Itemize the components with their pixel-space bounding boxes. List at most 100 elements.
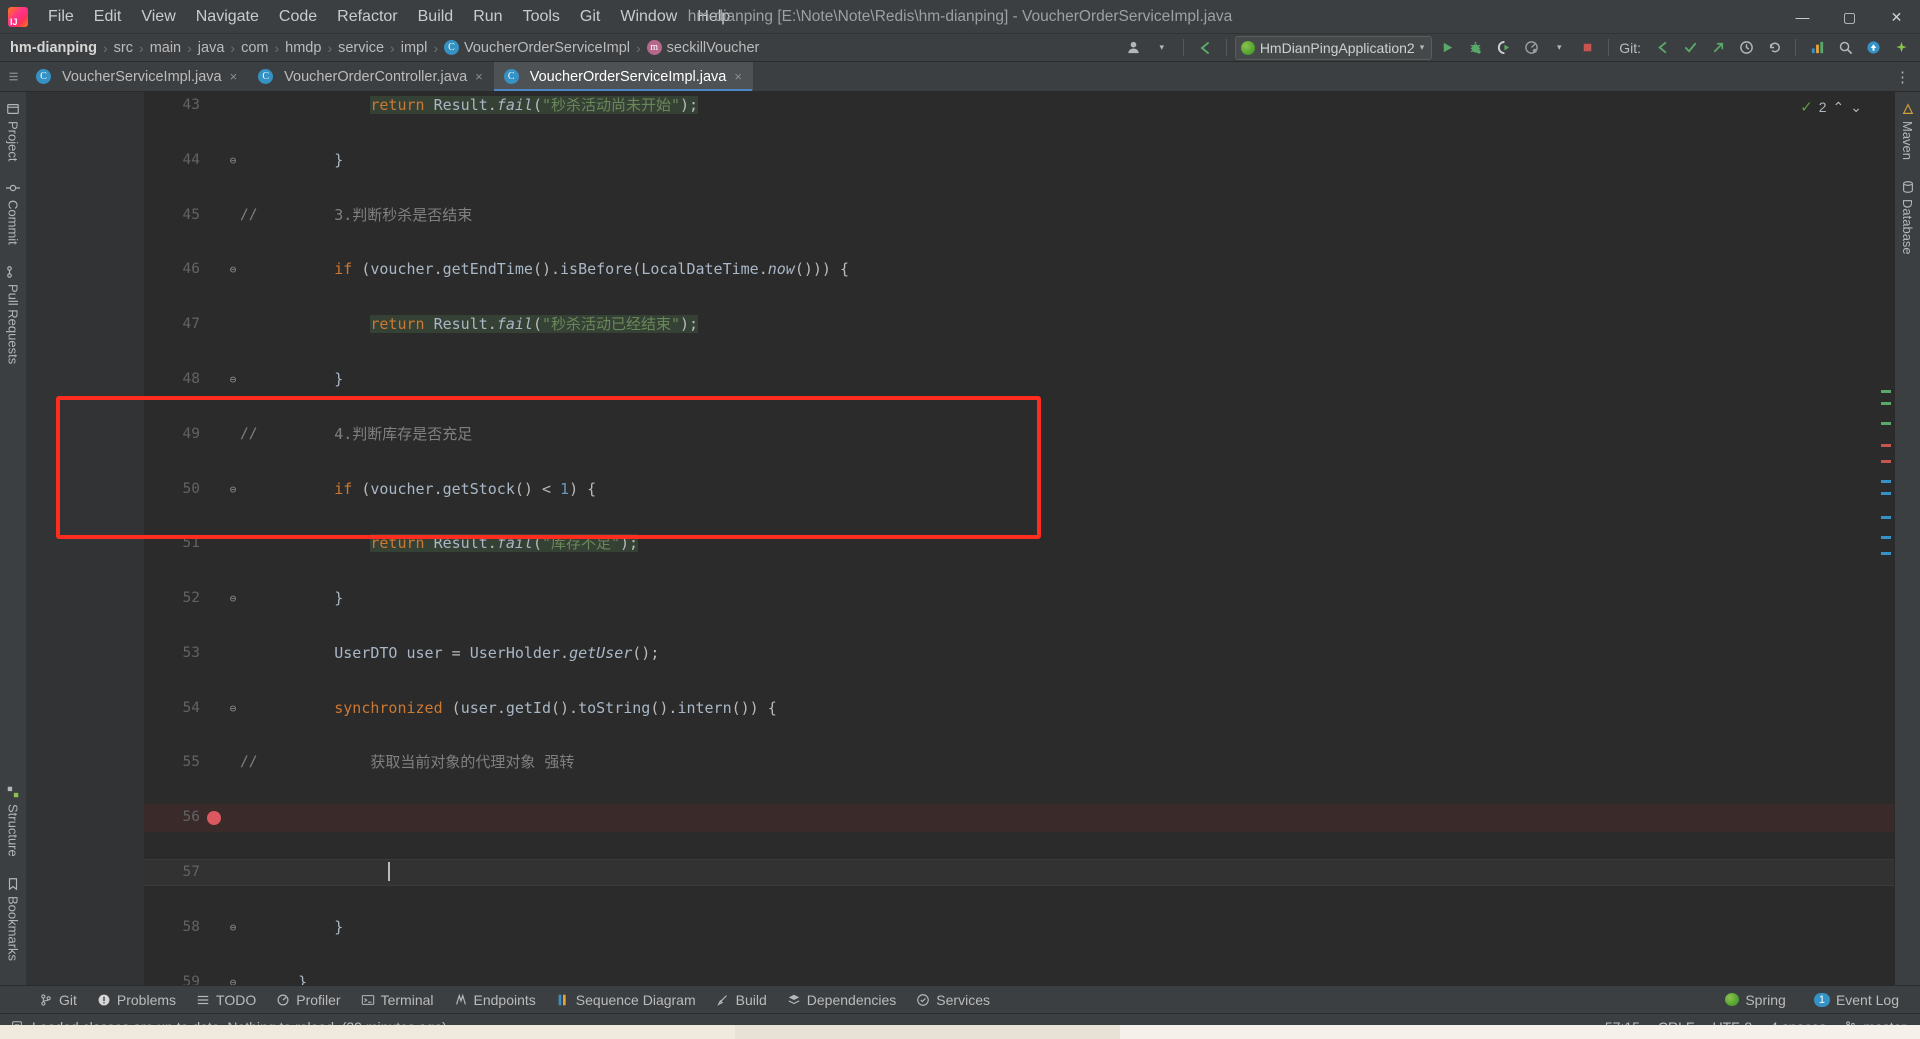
tab-voucher-order-service-impl[interactable]: C VoucherOrderServiceImpl.java × — [493, 62, 753, 91]
sidebar-item-structure[interactable]: Structure — [6, 775, 21, 867]
tool-profiler[interactable]: Profiler — [267, 989, 349, 1011]
sidebar-item-bookmarks[interactable]: Bookmarks — [6, 867, 21, 971]
update-available-icon[interactable] — [1860, 36, 1886, 60]
code-line[interactable]: 53 UserDTO user = UserHolder.getUser(); — [144, 640, 1894, 667]
inspections-widget[interactable]: ✓ 2 ⌃ ⌄ — [1800, 98, 1862, 117]
code-editor[interactable]: 43 return Result.fail("秒杀活动尚未开始"); 44 ⊖ } 4… — [26, 92, 1894, 985]
inspection-next-icon[interactable]: ⌄ — [1850, 99, 1862, 116]
breadcrumb-project[interactable]: hm-dianping — [10, 40, 97, 56]
breadcrumb-main[interactable]: main — [150, 40, 181, 56]
sidebar-item-pull-requests[interactable]: Pull Requests — [6, 255, 21, 374]
tab-voucher-service-impl[interactable]: C VoucherServiceImpl.java × — [26, 62, 248, 91]
run-with-coverage-button[interactable] — [1490, 36, 1516, 60]
menu-git[interactable]: Git — [570, 3, 610, 31]
code-fold-icon[interactable]: ⊖ — [226, 969, 240, 985]
code-fold-icon[interactable]: ⊖ — [226, 914, 240, 941]
menu-navigate[interactable]: Navigate — [186, 3, 269, 31]
code-line[interactable]: 55 // 获取当前对象的代理对象 强转 — [144, 749, 1894, 776]
inspection-prev-icon[interactable]: ⌃ — [1833, 99, 1845, 116]
menu-code[interactable]: Code — [269, 3, 327, 31]
update-project-icon[interactable] — [1192, 36, 1218, 60]
code-line[interactable]: 57 return proxy.createVoucherOrder(vouch… — [144, 859, 1894, 887]
tool-git[interactable]: Git — [30, 989, 86, 1011]
menu-build[interactable]: Build — [408, 3, 464, 31]
close-icon[interactable]: × — [734, 69, 742, 84]
sidebar-item-database[interactable]: Database — [1900, 170, 1915, 265]
menu-window[interactable]: Window — [610, 3, 687, 31]
git-push-button[interactable] — [1705, 36, 1731, 60]
tool-services[interactable]: Services — [907, 989, 999, 1011]
chevron-down-icon[interactable]: ▾ — [1149, 36, 1175, 60]
tool-spring[interactable]: Spring — [1716, 989, 1794, 1011]
breadcrumb-java[interactable]: java — [198, 40, 225, 56]
run-configuration-selector[interactable]: HmDianPingApplication2 ▾ — [1234, 35, 1433, 60]
code-fold-icon[interactable]: ⊖ — [226, 256, 240, 283]
tool-dependencies[interactable]: Dependencies — [778, 989, 906, 1011]
menu-view[interactable]: View — [131, 3, 185, 31]
code-line[interactable]: 58 ⊖ } — [144, 914, 1894, 941]
code-line[interactable]: 52 ⊖ } — [144, 585, 1894, 612]
code-line[interactable]: 47 return Result.fail("秒杀活动已经结束"); — [144, 311, 1894, 338]
breadcrumb-src[interactable]: src — [114, 40, 133, 56]
menu-refactor[interactable]: Refactor — [327, 3, 407, 31]
code-fold-icon[interactable]: ⊖ — [226, 476, 240, 503]
user-icon[interactable] — [1121, 36, 1147, 60]
maximize-button[interactable]: ▢ — [1826, 0, 1873, 34]
search-icon[interactable] — [1832, 36, 1858, 60]
sidebar-item-project[interactable]: Project — [6, 92, 21, 171]
tab-options-icon[interactable]: ⋮ — [1885, 62, 1920, 91]
breadcrumb-method[interactable]: m seckillVoucher — [646, 40, 759, 56]
code-line[interactable]: 49 // 4.判断库存是否充足 — [144, 421, 1894, 448]
ai-assistant-icon[interactable] — [1888, 36, 1914, 60]
menu-tools[interactable]: Tools — [513, 3, 570, 31]
tab-list-icon[interactable] — [0, 62, 26, 91]
git-history-button[interactable] — [1733, 36, 1759, 60]
code-line[interactable]: 48 ⊖ } — [144, 366, 1894, 393]
code-fold-icon[interactable]: ⊖ — [226, 585, 240, 612]
breakpoint-icon[interactable] — [207, 810, 221, 825]
git-update-button[interactable] — [1649, 36, 1675, 60]
close-icon[interactable]: × — [230, 69, 238, 84]
menu-help[interactable]: Help — [687, 3, 740, 31]
code-line[interactable]: 54 ⊖ synchronized (user.getId().toString(… — [144, 695, 1894, 722]
breadcrumb-impl[interactable]: impl — [401, 40, 428, 56]
tool-build[interactable]: Build — [707, 989, 776, 1011]
diagram-button[interactable] — [1804, 36, 1830, 60]
code-fold-icon[interactable]: ⊖ — [226, 695, 240, 722]
code-line[interactable]: 50 ⊖ if (voucher.getStock() < 1) { — [144, 476, 1894, 503]
close-icon[interactable]: × — [475, 69, 483, 84]
code-line[interactable]: 43 return Result.fail("秒杀活动尚未开始"); — [144, 92, 1894, 119]
tool-event-log[interactable]: 1 Event Log — [1805, 989, 1908, 1011]
breadcrumb-service[interactable]: service — [338, 40, 384, 56]
editor-code-area[interactable]: 43 return Result.fail("秒杀活动尚未开始"); 44 ⊖ } 4… — [144, 92, 1894, 985]
code-line[interactable]: 56 VoucherOrderServiceImpl proxy = (Vouc… — [144, 804, 1894, 832]
code-line[interactable]: 59 ⊖ } — [144, 969, 1894, 985]
code-line[interactable]: 45 // 3.判断秒杀是否结束 — [144, 202, 1894, 229]
code-line[interactable]: 46 ⊖ if (voucher.getEndTime().isBefore(Lo… — [144, 256, 1894, 283]
code-line[interactable]: 51 return Result.fail("库存不足"); — [144, 530, 1894, 557]
tool-problems[interactable]: Problems — [88, 989, 185, 1011]
git-rollback-button[interactable] — [1761, 36, 1787, 60]
tool-sequence-diagram[interactable]: Sequence Diagram — [547, 989, 705, 1011]
tool-terminal[interactable]: Terminal — [352, 989, 443, 1011]
debug-button[interactable] — [1462, 36, 1488, 60]
tool-todo[interactable]: TODO — [187, 989, 265, 1011]
breadcrumb-hmdp[interactable]: hmdp — [285, 40, 321, 56]
sidebar-item-maven[interactable]: Maven — [1900, 92, 1915, 170]
code-fold-icon[interactable]: ⊖ — [226, 147, 240, 174]
breadcrumb-com[interactable]: com — [241, 40, 268, 56]
breadcrumb-class[interactable]: C VoucherOrderServiceImpl — [443, 40, 630, 56]
editor-gutter[interactable] — [26, 92, 144, 985]
stop-button[interactable] — [1574, 36, 1600, 60]
close-button[interactable]: ✕ — [1873, 0, 1920, 34]
profile-dropdown-icon[interactable]: ▾ — [1546, 36, 1572, 60]
git-commit-button[interactable] — [1677, 36, 1703, 60]
tab-voucher-order-controller[interactable]: C VoucherOrderController.java × — [248, 62, 494, 91]
sidebar-item-commit[interactable]: Commit — [6, 171, 21, 255]
code-lines[interactable]: 43 return Result.fail("秒杀活动尚未开始"); 44 ⊖ } 4… — [144, 92, 1894, 985]
profile-button[interactable] — [1518, 36, 1544, 60]
code-line[interactable]: 44 ⊖ } — [144, 147, 1894, 174]
code-fold-icon[interactable]: ⊖ — [226, 366, 240, 393]
menu-run[interactable]: Run — [463, 3, 512, 31]
error-stripe[interactable] — [1880, 92, 1892, 985]
